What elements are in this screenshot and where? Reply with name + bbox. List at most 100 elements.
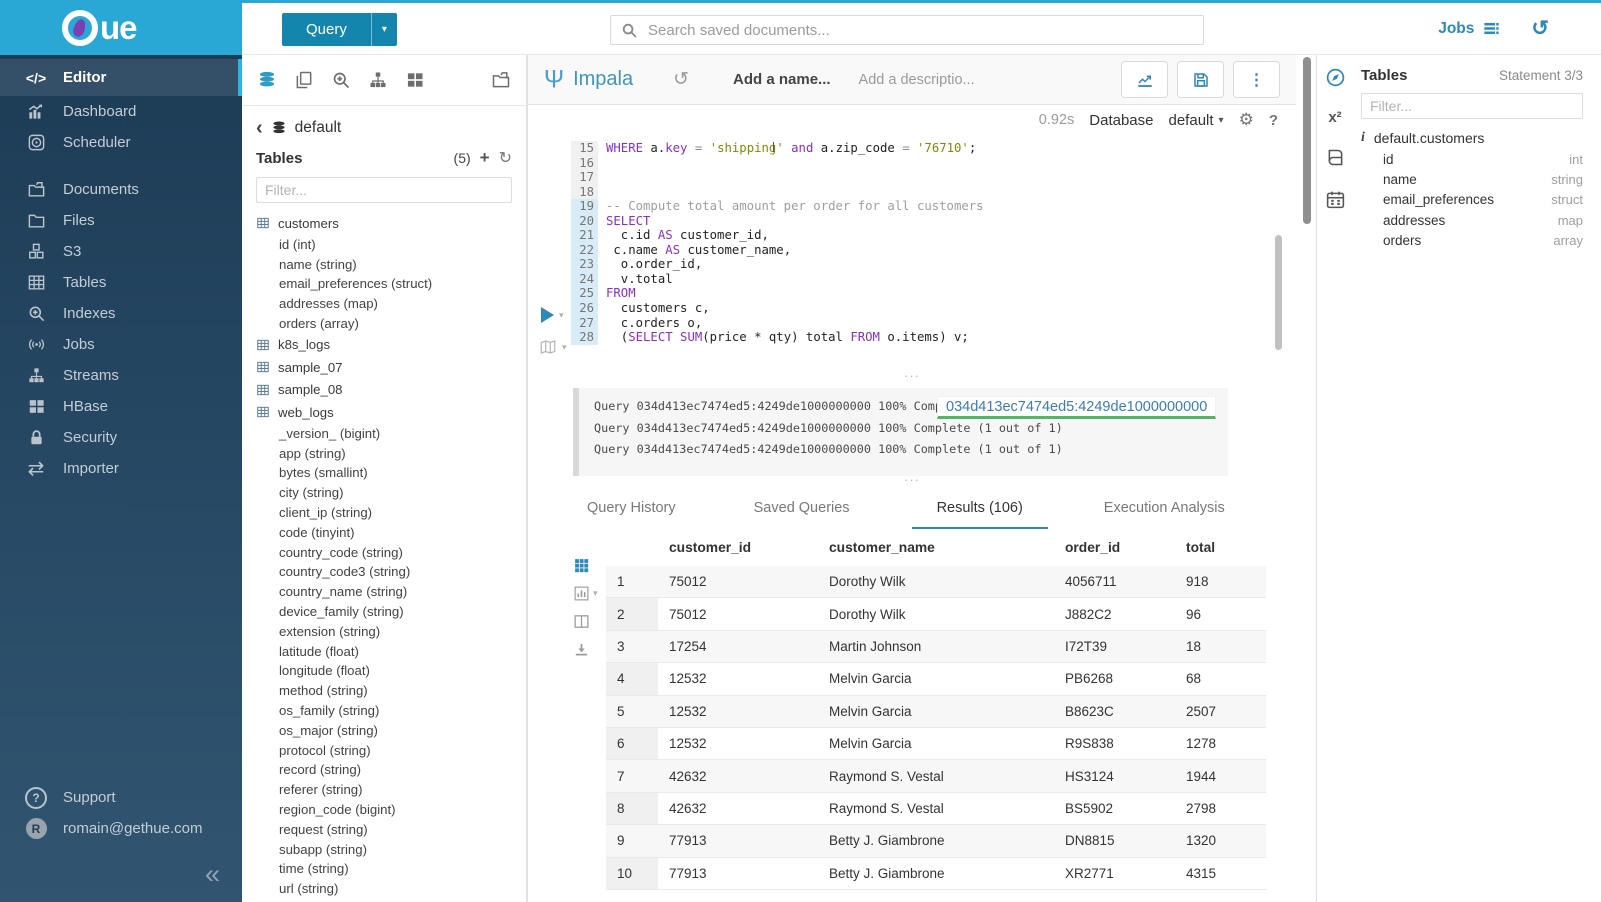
settings-gear-icon[interactable]: ⚙ [1239,110,1254,130]
info-icon[interactable]: i [1361,130,1365,146]
code-line[interactable]: 27 c.orders o, [571,316,1260,331]
schema-field-row[interactable]: addressesmap [1361,210,1583,230]
column-item[interactable]: city (string) [256,483,512,503]
code-line[interactable]: 19-- Compute total amount per order for … [571,199,1260,214]
back-chevron-icon[interactable]: ‹ [256,118,263,138]
assist-filter-input[interactable] [256,177,512,203]
code-line[interactable]: 16 [571,156,1260,171]
code-line[interactable]: 15WHERE a.key = 'shipping' and a.zip_cod… [571,141,1260,156]
column-item[interactable]: method (string) [256,681,512,701]
folder-source-icon[interactable] [491,70,511,90]
sidebar-item-indexes[interactable]: Indexes [0,298,242,329]
active-table-row[interactable]: i default.customers [1361,130,1583,146]
code-line[interactable]: 24 v.total [571,272,1260,287]
current-database[interactable]: default [295,119,342,137]
column-item[interactable]: os_major (string) [256,720,512,740]
sidebar-item-user[interactable]: R romain@gethue.com [0,813,242,844]
language-reference-icon[interactable] [1325,147,1346,168]
global-search[interactable] [610,15,1204,45]
search-source-icon[interactable] [331,70,351,90]
code-line[interactable]: 21 c.id AS customer_id, [571,228,1260,243]
log-resize-handle[interactable]: ··· [528,372,1296,383]
code-line[interactable]: 25FROM [571,286,1260,301]
explain-caret-icon[interactable]: ▾ [562,342,567,353]
columns-view-icon[interactable] [573,613,590,630]
schedule-calendar-icon[interactable] [1325,189,1346,210]
hue-logo[interactable]: ue [0,0,242,55]
sidebar-item-documents[interactable]: Documents [0,174,242,205]
run-query-button[interactable]: ▾ [541,307,564,323]
main-scrollbar[interactable] [1303,57,1311,902]
sidebar-item-jobs[interactable]: Jobs [0,329,242,360]
code-line[interactable]: 23 o.order_id, [571,257,1260,272]
grid-view-icon[interactable] [573,557,590,574]
column-item[interactable]: country_code (string) [256,542,512,562]
results-resize-handle[interactable]: ··· [528,476,1296,487]
editor-scrollbar[interactable] [1275,235,1282,350]
functions-icon[interactable]: x² [1328,109,1341,126]
sql-editor[interactable]: 15WHERE a.key = 'shipping' and a.zip_cod… [528,135,1296,372]
editor-history-icon[interactable]: ↺ [673,68,689,91]
sidebar-item-hbase[interactable]: HBase [0,391,242,422]
documents-source-icon[interactable] [294,70,314,90]
code-line[interactable]: 22 c.name AS customer_name, [571,243,1260,258]
code-line[interactable]: 26 customers c, [571,301,1260,316]
column-item[interactable]: subapp (string) [256,839,512,859]
column-item[interactable]: bytes (smallint) [256,463,512,483]
query-button-label[interactable]: Query [282,13,371,46]
query-history-icon[interactable]: ↺ [1531,18,1549,39]
table-row[interactable]: 412532Melvin GarciaPB626868 [606,663,1266,695]
column-item[interactable]: url (string) [256,879,512,899]
column-item[interactable]: email_preferences (struct) [256,274,512,294]
query-dropdown-caret-icon[interactable]: ▾ [371,13,397,46]
schema-field-row[interactable]: idint [1361,149,1583,169]
tab-saved-queries[interactable]: Saved Queries [754,500,850,529]
table-row[interactable]: 175012Dorothy Wilk4056711918 [606,566,1266,598]
table-row[interactable]: 317254Martin JohnsonI72T3918 [606,630,1266,662]
column-item[interactable]: name (string) [256,254,512,274]
sidebar-item-s3[interactable]: S3 [0,236,242,267]
column-item[interactable]: latitude (float) [256,641,512,661]
explain-query-button[interactable]: ▾ [539,338,567,356]
more-actions-button[interactable]: ⋮ [1233,61,1280,98]
sidebar-item-editor[interactable]: </>Editor [0,59,242,96]
column-item[interactable]: app (string) [256,443,512,463]
column-item[interactable]: os_family (string) [256,701,512,721]
column-header[interactable]: order_id [1054,529,1175,566]
sidebar-item-scheduler[interactable]: Scheduler [0,127,242,158]
sitemap-source-icon[interactable] [368,70,388,90]
download-results-icon[interactable] [573,641,590,658]
column-item[interactable]: region_code (bigint) [256,800,512,820]
column-item[interactable]: id (int) [256,235,512,255]
column-item[interactable]: addresses (map) [256,294,512,314]
table-row[interactable]: 977913Betty J. GiambroneDN88151320 [606,825,1266,857]
sidebar-item-dashboard[interactable]: Dashboard [0,96,242,127]
column-item[interactable]: orders (array) [256,314,512,334]
table-item[interactable]: sample_08 [256,378,512,401]
column-item[interactable]: time (string) [256,859,512,879]
column-item[interactable]: request (string) [256,819,512,839]
column-header[interactable]: customer_name [818,529,1054,566]
table-row[interactable]: 742632Raymond S. VestalHS31241944 [606,760,1266,792]
sidebar-item-support[interactable]: ? Support [0,782,242,813]
column-item[interactable]: country_code3 (string) [256,562,512,582]
column-header[interactable]: customer_id [658,529,818,566]
active-table-name[interactable]: default.customers [1374,130,1485,146]
column-item[interactable]: _version_ (bigint) [256,423,512,443]
column-item[interactable]: record (string) [256,760,512,780]
column-item[interactable]: longitude (float) [256,661,512,681]
apps-source-icon[interactable] [405,70,425,90]
tab-execution-analysis[interactable]: Execution Analysis [1104,500,1225,529]
sidebar-item-streams[interactable]: Streams [0,360,242,391]
query-description-field[interactable]: Add a descriptio... [859,72,975,88]
jobs-label[interactable]: Jobs [1438,20,1474,38]
code-line[interactable]: 28 (SELECT SUM(price * qty) total FROM o… [571,330,1260,345]
column-item[interactable]: protocol (string) [256,740,512,760]
save-button[interactable] [1177,61,1224,98]
query-name-field[interactable]: Add a name... [733,71,831,88]
table-row[interactable]: 612532Melvin GarciaR9S8381278 [606,727,1266,759]
query-id-tooltip[interactable]: 034d413ec7474ed5:4249de1000000000 [937,396,1216,419]
editor-help-icon[interactable]: ? [1269,112,1278,129]
chart-view-icon[interactable]: ▾ [573,585,598,602]
sidebar-item-files[interactable]: Files [0,205,242,236]
